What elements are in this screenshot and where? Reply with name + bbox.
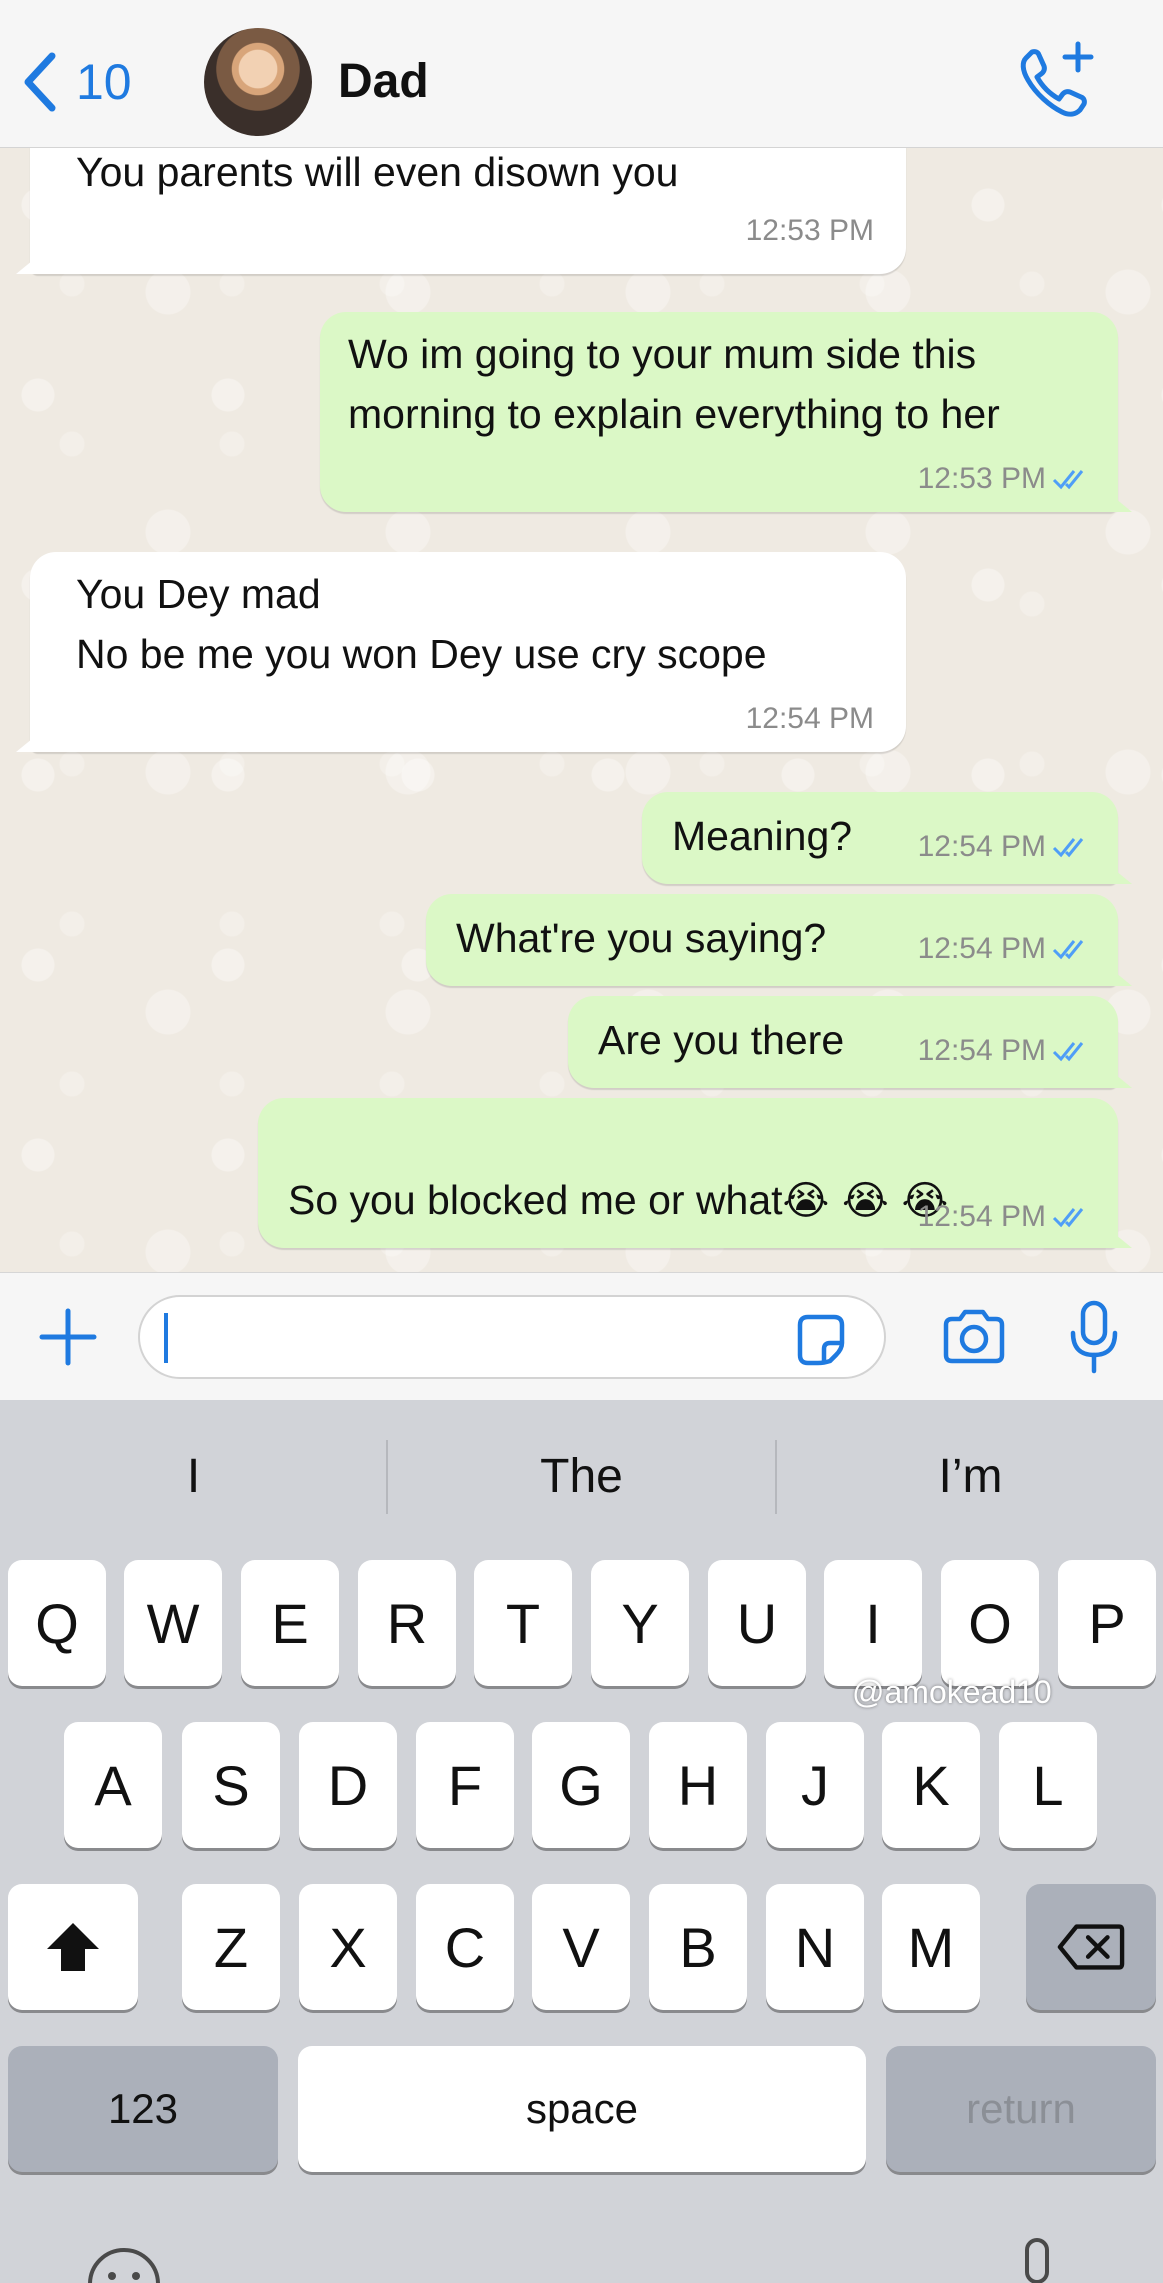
message-input[interactable] bbox=[138, 1295, 886, 1379]
key-o[interactable]: O bbox=[941, 1560, 1039, 1686]
sticker-icon[interactable] bbox=[792, 1311, 850, 1369]
message-text: So you blocked me or what😭 😭 😭 😭 bbox=[288, 1110, 948, 1272]
whatsapp-chat-screen: 10 Dad You parents will even disown you … bbox=[0, 0, 1163, 2283]
key-w[interactable]: W bbox=[124, 1560, 222, 1686]
suggestion-item[interactable]: I’m bbox=[777, 1440, 1163, 1514]
contact-avatar[interactable] bbox=[204, 28, 312, 136]
message-incoming[interactable]: You Dey mad No be me you won Dey use cry… bbox=[16, 552, 906, 752]
key-i[interactable]: I bbox=[824, 1560, 922, 1686]
key-a[interactable]: A bbox=[64, 1722, 162, 1848]
message-text: You parents will even disown you bbox=[76, 149, 679, 195]
message-meta: 12:53 PM bbox=[746, 214, 874, 248]
microphone-icon[interactable] bbox=[1066, 1299, 1122, 1375]
message-list[interactable]: You parents will even disown you 12:53 P… bbox=[0, 148, 1163, 1272]
numbers-key[interactable]: 123 bbox=[8, 2046, 278, 2172]
delete-key[interactable] bbox=[1026, 1884, 1156, 2010]
message-time: 12:53 PM bbox=[917, 462, 1046, 495]
emoji-icon[interactable] bbox=[84, 2244, 164, 2283]
message-text: Meaning? bbox=[672, 813, 853, 859]
message-body: So you blocked me or what bbox=[288, 1177, 783, 1223]
chat-header: 10 Dad bbox=[0, 0, 1163, 148]
message-time: 12:54 PM bbox=[917, 932, 1046, 965]
predictive-bar: I The I’m bbox=[0, 1400, 1163, 1550]
message-text: You Dey mad No be me you won Dey use cry… bbox=[76, 571, 767, 677]
key-s[interactable]: S bbox=[182, 1722, 280, 1848]
message-meta: 12:54 PM bbox=[918, 1034, 1090, 1068]
plus-icon[interactable] bbox=[36, 1305, 100, 1369]
message-outgoing[interactable]: What're you saying? 12:54 PM bbox=[426, 894, 1132, 986]
chevron-left-icon bbox=[24, 52, 56, 112]
double-check-icon bbox=[1052, 1208, 1084, 1228]
key-m[interactable]: M bbox=[882, 1884, 980, 2010]
back-button[interactable]: 10 bbox=[18, 42, 132, 122]
suggestion-item[interactable]: I bbox=[0, 1440, 387, 1514]
message-time: 12:53 PM bbox=[745, 214, 874, 247]
key-n[interactable]: N bbox=[766, 1884, 864, 2010]
double-check-icon bbox=[1052, 940, 1084, 960]
key-r[interactable]: R bbox=[358, 1560, 456, 1686]
key-j[interactable]: J bbox=[766, 1722, 864, 1848]
unread-count: 10 bbox=[76, 54, 132, 110]
shift-key[interactable] bbox=[8, 1884, 138, 2010]
keyboard: I The I’m Q W E R T Y U I O P A S D F G … bbox=[0, 1400, 1163, 2283]
message-outgoing[interactable]: So you blocked me or what😭 😭 😭 😭 12:54 P… bbox=[258, 1098, 1132, 1248]
message-time: 12:54 PM bbox=[917, 830, 1046, 863]
message-time: 12:54 PM bbox=[917, 1200, 1046, 1233]
key-p[interactable]: P bbox=[1058, 1560, 1156, 1686]
message-text: What're you saying? bbox=[456, 915, 827, 961]
message-meta: 12:54 PM bbox=[918, 830, 1090, 864]
contact-name[interactable]: Dad bbox=[338, 54, 429, 109]
dictation-icon[interactable] bbox=[1012, 2236, 1062, 2283]
key-e[interactable]: E bbox=[241, 1560, 339, 1686]
message-text: Wo im going to your mum side this mornin… bbox=[348, 331, 1000, 437]
suggestion-item[interactable]: The bbox=[388, 1440, 775, 1514]
message-meta: 12:54 PM bbox=[918, 1200, 1090, 1234]
shift-icon bbox=[47, 1923, 99, 1971]
key-c[interactable]: C bbox=[416, 1884, 514, 2010]
phone-add-icon[interactable] bbox=[1012, 40, 1098, 120]
key-g[interactable]: G bbox=[532, 1722, 630, 1848]
message-outgoing[interactable]: Are you there 12:54 PM bbox=[568, 996, 1132, 1088]
double-check-icon bbox=[1052, 470, 1084, 490]
message-meta: 12:53 PM bbox=[918, 462, 1090, 496]
message-meta: 12:54 PM bbox=[746, 702, 874, 736]
key-f[interactable]: F bbox=[416, 1722, 514, 1848]
double-check-icon bbox=[1052, 1042, 1084, 1062]
key-q[interactable]: Q bbox=[8, 1560, 106, 1686]
message-time: 12:54 PM bbox=[745, 702, 874, 735]
composer-bar bbox=[0, 1272, 1163, 1400]
key-x[interactable]: X bbox=[299, 1884, 397, 2010]
key-b[interactable]: B bbox=[649, 1884, 747, 2010]
space-key[interactable]: space bbox=[298, 2046, 866, 2172]
watermark: @amokead10 bbox=[852, 1674, 1052, 1710]
message-time: 12:54 PM bbox=[917, 1034, 1046, 1067]
double-check-icon bbox=[1052, 838, 1084, 858]
camera-icon[interactable] bbox=[940, 1307, 1008, 1367]
return-key[interactable]: return bbox=[886, 2046, 1156, 2172]
key-t[interactable]: T bbox=[474, 1560, 572, 1686]
key-y[interactable]: Y bbox=[591, 1560, 689, 1686]
key-h[interactable]: H bbox=[649, 1722, 747, 1848]
key-d[interactable]: D bbox=[299, 1722, 397, 1848]
key-u[interactable]: U bbox=[708, 1560, 806, 1686]
key-v[interactable]: V bbox=[532, 1884, 630, 2010]
message-meta: 12:54 PM bbox=[918, 932, 1090, 966]
key-k[interactable]: K bbox=[882, 1722, 980, 1848]
key-l[interactable]: L bbox=[999, 1722, 1097, 1848]
key-z[interactable]: Z bbox=[182, 1884, 280, 2010]
message-outgoing[interactable]: Wo im going to your mum side this mornin… bbox=[320, 312, 1132, 512]
message-text: Are you there bbox=[598, 1017, 845, 1063]
message-outgoing[interactable]: Meaning? 12:54 PM bbox=[642, 792, 1132, 884]
text-caret bbox=[164, 1313, 168, 1363]
backspace-icon bbox=[1057, 1924, 1125, 1970]
message-incoming[interactable]: You parents will even disown you 12:53 P… bbox=[16, 148, 906, 274]
